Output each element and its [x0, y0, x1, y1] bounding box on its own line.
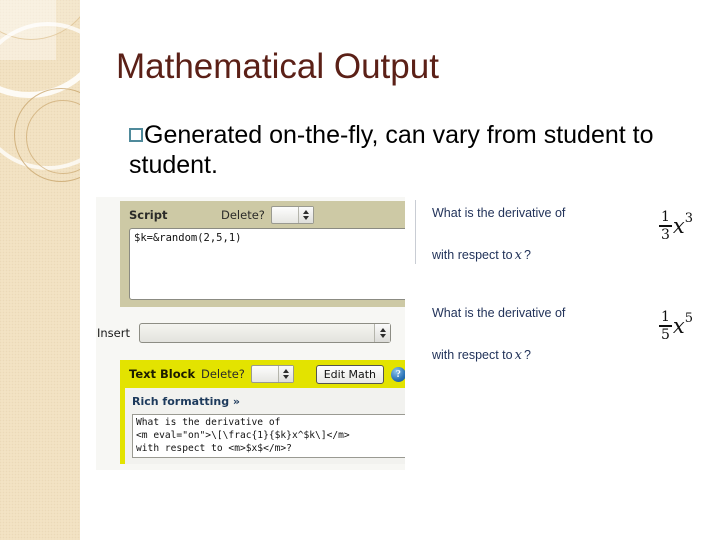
- script-block-panel: Script Delete? $k=&random(2,5,1): [120, 201, 405, 307]
- stepper-arrows-icon: [297, 206, 313, 223]
- question-line-2-suffix: ?: [523, 348, 531, 362]
- text-block-panel: Text Block Delete? Edit Math ? Rich form…: [120, 360, 405, 464]
- script-block-label: Script: [129, 207, 168, 222]
- script-delete-select[interactable]: [270, 205, 314, 224]
- fraction-numerator: 1: [660, 209, 670, 225]
- script-code-textarea[interactable]: $k=&random(2,5,1): [129, 228, 405, 300]
- text-block-label: Text Block: [129, 367, 196, 381]
- text-block-source-textarea[interactable]: What is the derivative of <m eval="on">\…: [132, 414, 405, 458]
- bullet-item-text: Generated on-the-fly, can vary from stud…: [129, 121, 654, 179]
- script-delete-label: Delete?: [221, 207, 265, 222]
- question-line-2-suffix: ?: [523, 248, 531, 262]
- question-math-expression: 1 5 x 5: [658, 309, 693, 343]
- embedded-editor-screenshot: Script Delete? $k=&random(2,5,1) Insert …: [96, 197, 405, 470]
- hollow-square-bullet-icon: [129, 128, 143, 142]
- source-line-3: with respect to <m>$x$</m>?: [136, 442, 292, 454]
- fraction-denominator: 3: [660, 226, 670, 243]
- question-card: What is the derivative of with respect t…: [415, 296, 705, 396]
- fraction: 1 5: [658, 309, 672, 343]
- fraction-numerator: 1: [660, 309, 670, 325]
- insert-row: Insert: [96, 323, 405, 343]
- source-line-2: <m eval="on">\[\frac{1}{$k}x^$k\]</m>: [136, 429, 350, 441]
- question-left-rule: [415, 200, 416, 264]
- script-delete-select-value: [272, 207, 298, 223]
- text-block-delete-select-value: [252, 366, 278, 382]
- math-base: x: [672, 214, 685, 239]
- stepper-arrows-icon: [277, 366, 293, 382]
- text-block-delete-label: Delete?: [201, 367, 245, 381]
- fraction: 1 3: [658, 209, 672, 243]
- fraction-denominator: 5: [660, 326, 670, 343]
- script-block-header: Script Delete?: [120, 201, 405, 228]
- math-base: x: [672, 314, 685, 339]
- text-block-header: Text Block Delete? Edit Math ?: [120, 360, 405, 388]
- question-left-rule: [415, 300, 416, 364]
- question-variable: x: [514, 348, 522, 363]
- slide-decorative-sidebar: [0, 0, 80, 540]
- question-line-2-prefix: with respect to: [432, 348, 513, 362]
- question-variable: x: [514, 248, 522, 263]
- math-exponent: 3: [684, 211, 693, 226]
- page-title: Mathematical Output: [116, 47, 439, 86]
- edit-math-button[interactable]: Edit Math: [315, 364, 384, 384]
- text-block-delete-select[interactable]: [250, 365, 294, 383]
- source-line-1: What is the derivative of: [136, 417, 281, 428]
- question-math-expression: 1 3 x 3: [658, 209, 693, 243]
- stepper-arrows-icon: [374, 324, 390, 342]
- insert-select[interactable]: [139, 323, 391, 343]
- text-block-body: Rich formatting » What is the derivative…: [120, 388, 405, 464]
- math-exponent: 5: [684, 311, 693, 326]
- insert-label: Insert: [97, 326, 130, 340]
- embedded-rendered-questions-screenshot: What is the derivative of with respect t…: [415, 196, 705, 411]
- question-mark-icon[interactable]: ?: [390, 366, 405, 382]
- question-card: What is the derivative of with respect t…: [415, 196, 705, 296]
- bullet-list-item: Generated on-the-fly, can vary from stud…: [129, 121, 669, 180]
- insert-select-value: [140, 324, 374, 342]
- question-line-2-prefix: with respect to: [432, 248, 513, 262]
- rich-formatting-link[interactable]: Rich formatting »: [132, 395, 405, 408]
